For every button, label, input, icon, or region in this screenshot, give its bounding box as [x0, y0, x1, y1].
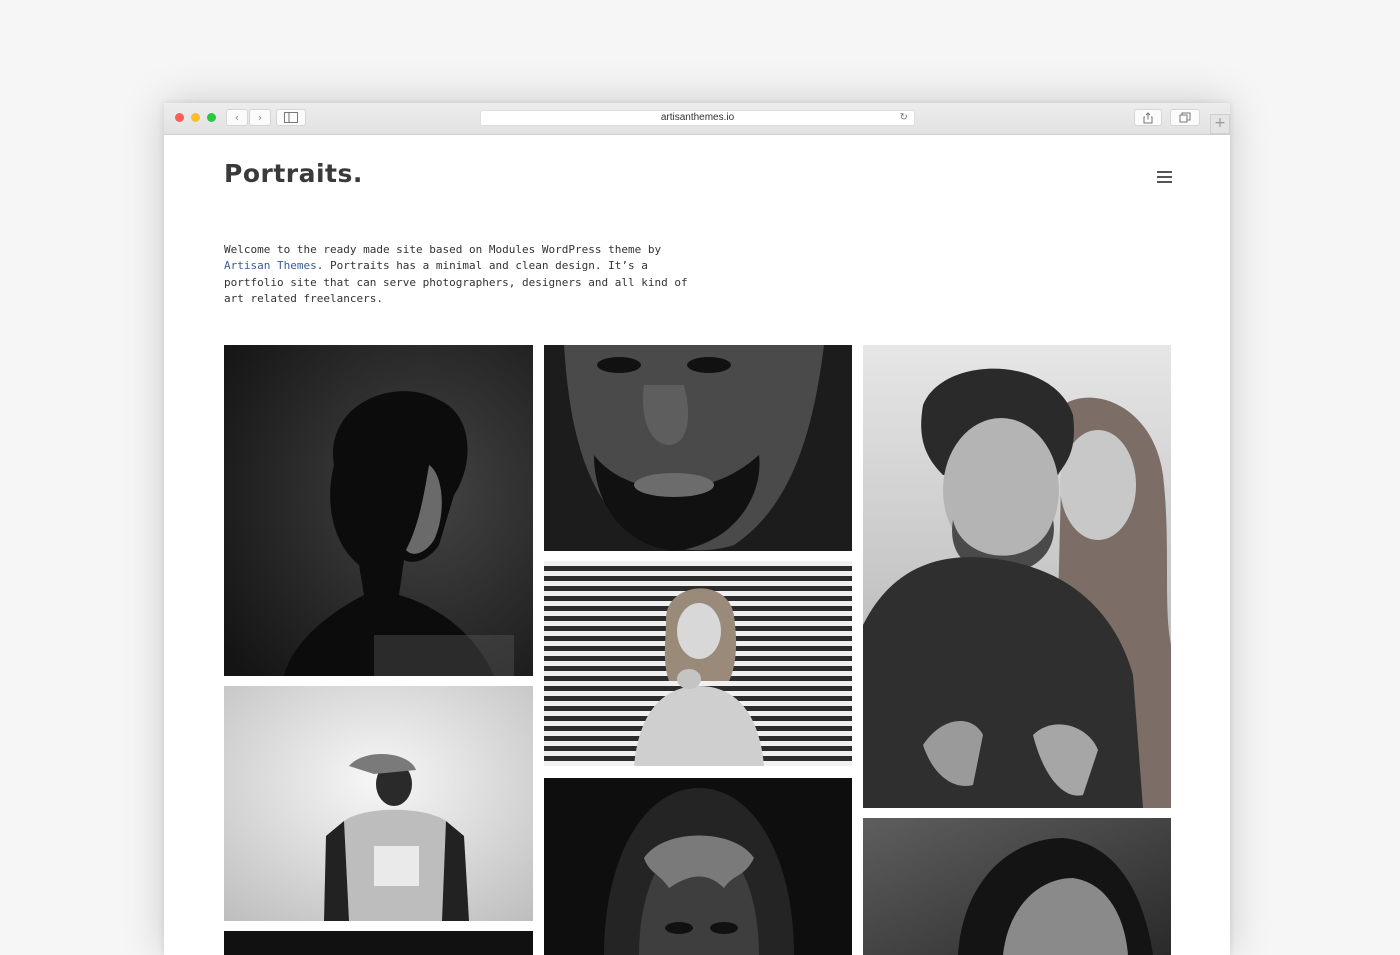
site-logo[interactable]: Portraits. [224, 159, 363, 188]
photo-couple-embrace[interactable] [863, 345, 1171, 808]
share-icon [1143, 112, 1153, 124]
chevron-right-icon: › [257, 111, 263, 124]
url-text: artisanthemes.io [660, 112, 735, 123]
back-button[interactable]: ‹ [226, 109, 248, 126]
photo-dark-bottom[interactable] [224, 931, 533, 955]
intro-text-start: Welcome to the ready made site based on … [224, 243, 662, 256]
sidebar-icon [284, 112, 298, 123]
photo-man-in-cap[interactable] [224, 686, 533, 921]
browser-window: ‹ › artisanthemes.io ↻ Portraits. Welcom… [164, 103, 1230, 955]
minimize-window-button[interactable] [191, 113, 200, 122]
photo-bearded-man-closeup[interactable] [544, 345, 852, 551]
photo-woman-striped-background[interactable] [544, 561, 852, 766]
plus-icon: + [1214, 115, 1226, 131]
page-content: Portraits. Welcome to the ready made sit… [164, 135, 1230, 955]
reload-icon[interactable]: ↻ [900, 111, 908, 125]
close-window-button[interactable] [175, 113, 184, 122]
zoom-window-button[interactable] [207, 113, 216, 122]
share-button[interactable] [1134, 109, 1162, 126]
browser-toolbar: ‹ › artisanthemes.io ↻ [164, 103, 1230, 135]
hamburger-icon[interactable] [1157, 171, 1172, 183]
forward-button[interactable]: › [249, 109, 271, 126]
intro-text: Welcome to the ready made site based on … [224, 242, 714, 307]
new-tab-button[interactable]: + [1210, 114, 1230, 134]
artisan-themes-link[interactable]: Artisan Themes [224, 259, 317, 272]
tabs-icon [1179, 112, 1191, 123]
photo-hooded-man[interactable] [544, 778, 852, 955]
photo-curly-hair-profile[interactable] [224, 345, 533, 676]
sidebar-button[interactable] [276, 109, 306, 126]
chevron-left-icon: ‹ [234, 111, 240, 124]
tabs-button[interactable] [1170, 109, 1200, 126]
photo-woman-hair[interactable] [863, 818, 1171, 955]
address-bar[interactable]: artisanthemes.io ↻ [480, 110, 915, 126]
